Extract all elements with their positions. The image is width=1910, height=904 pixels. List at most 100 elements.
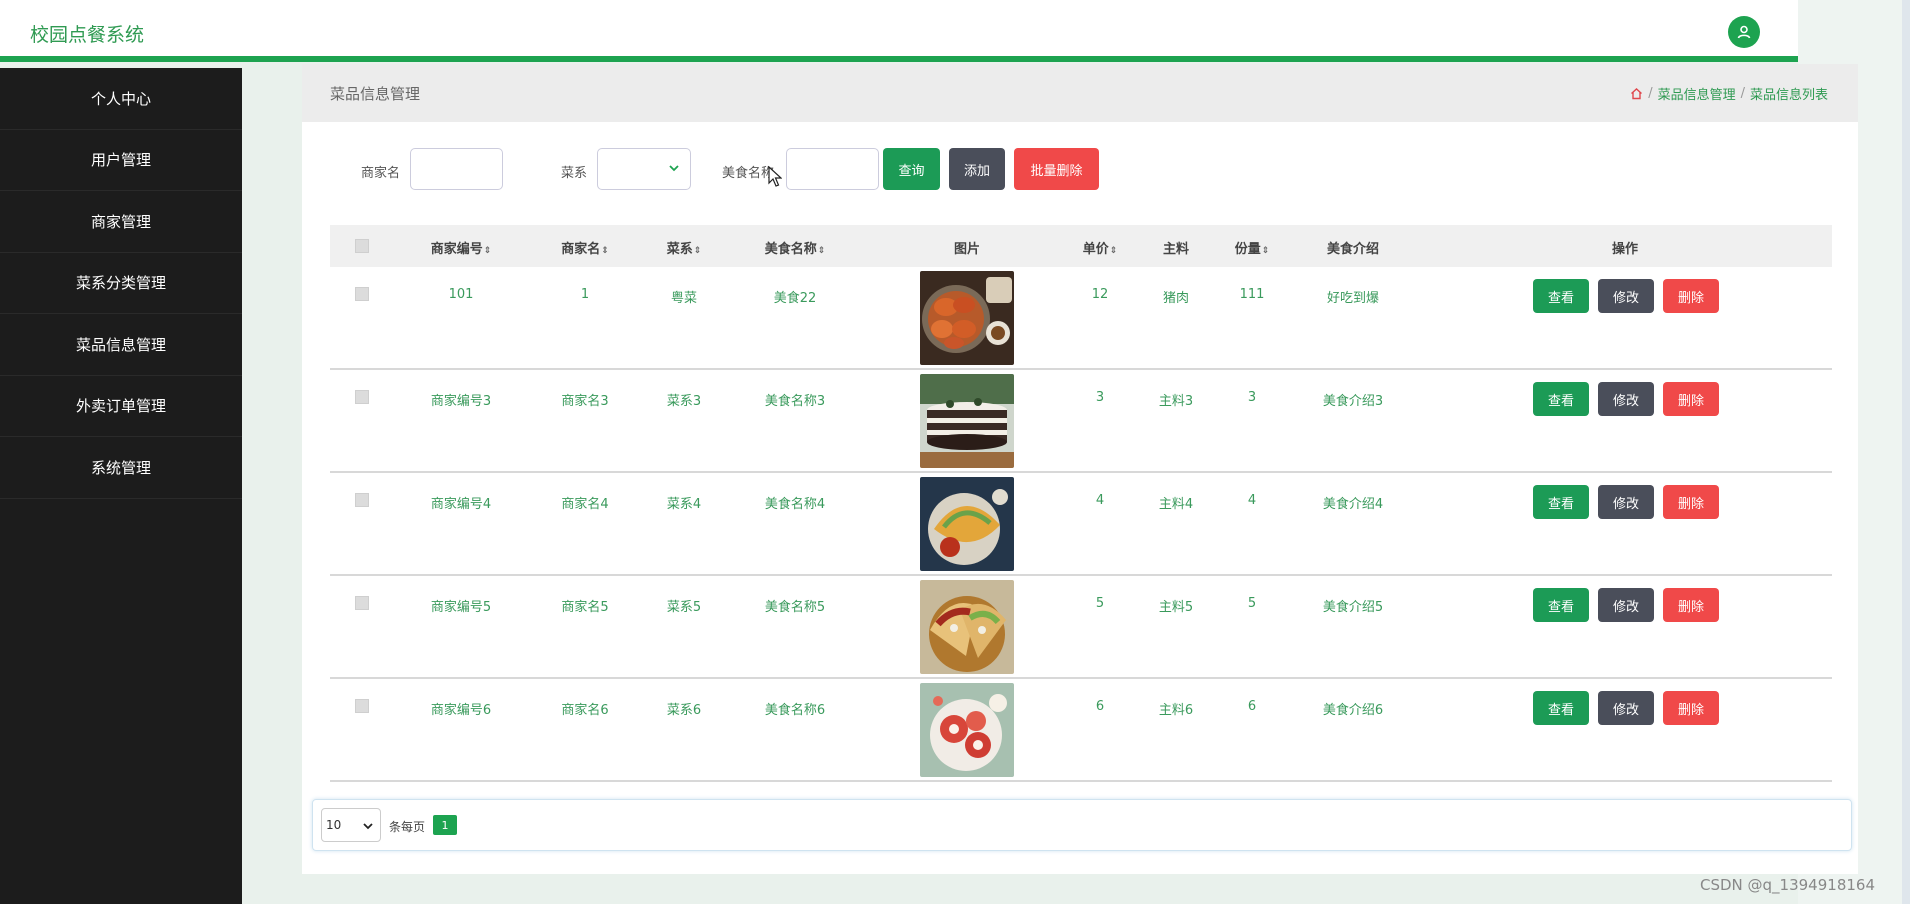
cell-portion: 5 (1247, 596, 1257, 611)
dish-image (920, 683, 1014, 777)
cell-main-ingredient: 主料3 (1158, 394, 1194, 409)
edit-button[interactable]: 修改 (1598, 279, 1654, 313)
sidebar-item-orders[interactable]: 外卖订单管理 (0, 376, 242, 437)
sort-icon: ⇕ (1109, 246, 1118, 256)
cell-merchant-name: 1 (580, 287, 590, 302)
delete-button[interactable]: 删除 (1663, 382, 1719, 416)
row-checkbox[interactable] (355, 699, 369, 713)
cell-price: 4 (1095, 493, 1105, 508)
page-title: 菜品信息管理 (330, 84, 421, 103)
view-button[interactable]: 查看 (1533, 588, 1589, 622)
sidebar-item-dishes[interactable]: 菜品信息管理 (0, 314, 242, 376)
top-header: 校园点餐系统 (0, 0, 1798, 62)
mouse-cursor-icon (768, 166, 782, 187)
row-checkbox[interactable] (355, 493, 369, 507)
view-button[interactable]: 查看 (1533, 382, 1589, 416)
edit-button[interactable]: 修改 (1598, 691, 1654, 725)
edit-button[interactable]: 修改 (1598, 588, 1654, 622)
sidebar: 个人中心 用户管理 商家管理 菜系分类管理 菜品信息管理 外卖订单管理 系统管理 (0, 68, 242, 904)
page-number-current[interactable]: 1 (433, 815, 457, 835)
row-checkbox[interactable] (355, 596, 369, 610)
dish-image (920, 580, 1014, 674)
cell-cuisine: 菜系5 (666, 600, 702, 615)
breadcrumb: / 菜品信息管理 / 菜品信息列表 (1630, 84, 1828, 103)
header-merchant-name[interactable]: 商家名⇕ (561, 238, 609, 257)
delete-button[interactable]: 删除 (1663, 279, 1719, 313)
sidebar-item-cuisine-categories[interactable]: 菜系分类管理 (0, 253, 242, 314)
cell-merchant-no: 商家编号6 (430, 703, 492, 718)
add-button[interactable]: 添加 (949, 148, 1005, 190)
cell-cuisine: 粤菜 (670, 291, 698, 306)
sort-icon: ⇕ (693, 246, 702, 256)
sort-icon: ⇕ (483, 246, 492, 256)
user-avatar[interactable] (1728, 16, 1760, 48)
cell-price: 12 (1091, 287, 1109, 302)
sidebar-item-profile[interactable]: 个人中心 (0, 68, 242, 130)
delete-button[interactable]: 删除 (1663, 691, 1719, 725)
header-actions: 操作 (1611, 242, 1639, 257)
cell-main-ingredient: 主料4 (1158, 497, 1194, 512)
batch-delete-button[interactable]: 批量删除 (1014, 148, 1099, 190)
select-all-checkbox[interactable] (355, 239, 369, 253)
header-price[interactable]: 单价⇕ (1083, 238, 1118, 257)
header-merchant-no[interactable]: 商家编号⇕ (431, 238, 492, 257)
delete-button[interactable]: 删除 (1663, 588, 1719, 622)
cell-portion: 6 (1247, 699, 1257, 714)
window-edge (1902, 0, 1910, 904)
cell-intro: 好吃到爆 (1326, 291, 1380, 306)
view-button[interactable]: 查看 (1533, 691, 1589, 725)
chevron-down-icon (669, 165, 679, 172)
per-page-label: 条每页 (389, 820, 426, 834)
food-name-input[interactable] (786, 148, 879, 190)
table-row: 商家编号5 商家名5 菜系5 美食名称5 5 主料5 5 美食介绍5 查看 修改… (330, 576, 1832, 679)
edit-button[interactable]: 修改 (1598, 485, 1654, 519)
cell-portion: 3 (1247, 390, 1257, 405)
merchant-input[interactable] (410, 148, 503, 190)
sidebar-item-users[interactable]: 用户管理 (0, 130, 242, 191)
table-row: 商家编号4 商家名4 菜系4 美食名称4 4 主料4 4 美食介绍4 查看 修改… (330, 473, 1832, 576)
cell-intro: 美食介绍5 (1322, 600, 1384, 615)
row-checkbox[interactable] (355, 390, 369, 404)
cell-merchant-no: 商家编号3 (430, 394, 492, 409)
dish-table: 商家编号⇕ 商家名⇕ 菜系⇕ 美食名称⇕ 图片 单价⇕ 主料 份量⇕ 美食介绍 … (330, 225, 1832, 782)
header-food-name[interactable]: 美食名称⇕ (765, 238, 826, 257)
header-portion[interactable]: 份量⇕ (1235, 238, 1270, 257)
header-main-ingredient: 主料 (1162, 242, 1190, 257)
cell-main-ingredient: 猪肉 (1162, 291, 1190, 306)
breadcrumb-separator: / (1648, 85, 1653, 101)
cell-cuisine: 菜系6 (666, 703, 702, 718)
view-button[interactable]: 查看 (1533, 485, 1589, 519)
table-row: 101 1 粤菜 美食22 12 猪肉 111 好吃到爆 查看 修改 删除 (330, 267, 1832, 370)
delete-button[interactable]: 删除 (1663, 485, 1719, 519)
sidebar-item-system[interactable]: 系统管理 (0, 437, 242, 499)
cell-merchant-no: 商家编号4 (430, 497, 492, 512)
view-button[interactable]: 查看 (1533, 279, 1589, 313)
user-icon (1737, 25, 1751, 39)
edit-button[interactable]: 修改 (1598, 382, 1654, 416)
sidebar-item-merchants[interactable]: 商家管理 (0, 191, 242, 253)
cell-price: 3 (1095, 390, 1105, 405)
home-icon[interactable] (1630, 87, 1643, 100)
header-intro: 美食介绍 (1326, 242, 1380, 257)
cell-price: 5 (1095, 596, 1105, 611)
cell-merchant-no: 商家编号5 (430, 600, 492, 615)
cell-portion: 4 (1247, 493, 1257, 508)
page-size-select[interactable]: 10 (321, 808, 381, 842)
cuisine-select[interactable] (597, 148, 691, 190)
cell-food-name: 美食22 (773, 291, 817, 306)
header-cuisine[interactable]: 菜系⇕ (667, 238, 702, 257)
row-checkbox[interactable] (355, 287, 369, 301)
cell-food-name: 美食名称6 (764, 703, 826, 718)
chevron-down-icon (363, 823, 373, 830)
merchant-label: 商家名 (361, 166, 401, 181)
cell-merchant-no: 101 (448, 287, 474, 302)
app-title: 校园点餐系统 (30, 24, 145, 46)
query-button[interactable]: 查询 (883, 148, 940, 190)
header-image: 图片 (953, 242, 981, 257)
breadcrumb-item[interactable]: 菜品信息列表 (1750, 84, 1828, 103)
breadcrumb-bar: 菜品信息管理 / 菜品信息管理 / 菜品信息列表 (302, 64, 1858, 122)
cell-main-ingredient: 主料6 (1158, 703, 1194, 718)
cell-food-name: 美食名称5 (764, 600, 826, 615)
dish-image (920, 271, 1014, 365)
breadcrumb-item[interactable]: 菜品信息管理 (1658, 84, 1736, 103)
